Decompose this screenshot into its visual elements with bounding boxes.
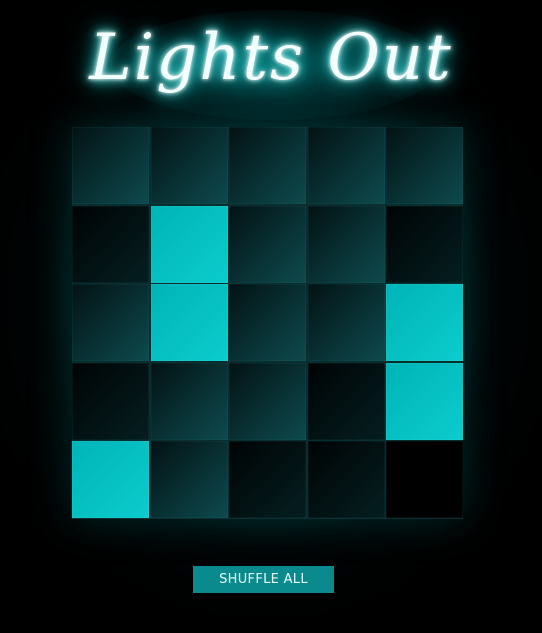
- light-cell-off[interactable]: [307, 205, 385, 283]
- light-cell-off[interactable]: [229, 441, 306, 518]
- game-title: Lights Out: [89, 21, 453, 95]
- lights-board: [72, 127, 463, 519]
- light-cell-off[interactable]: [72, 205, 149, 283]
- light-cell-on[interactable]: [72, 441, 149, 518]
- light-cell-on[interactable]: [150, 205, 228, 283]
- light-cell-off[interactable]: [150, 127, 228, 204]
- light-cell-off[interactable]: [386, 441, 463, 518]
- light-cell-off[interactable]: [72, 362, 149, 440]
- light-cell-off[interactable]: [386, 205, 463, 283]
- light-cell-off[interactable]: [229, 127, 306, 204]
- light-cell-on[interactable]: [150, 284, 228, 361]
- light-cell-off[interactable]: [386, 127, 463, 204]
- light-cell-off[interactable]: [307, 127, 385, 204]
- light-cell-off[interactable]: [229, 205, 306, 283]
- light-cell-off[interactable]: [150, 441, 228, 518]
- shuffle-all-button[interactable]: SHUFFLE ALL: [193, 566, 334, 593]
- light-cell-off[interactable]: [307, 441, 385, 518]
- light-cell-off[interactable]: [307, 362, 385, 440]
- light-cell-on[interactable]: [386, 362, 463, 440]
- light-cell-off[interactable]: [150, 362, 228, 440]
- light-cell-off[interactable]: [72, 127, 149, 204]
- light-cell-on[interactable]: [386, 284, 463, 361]
- light-cell-off[interactable]: [229, 284, 306, 361]
- light-cell-off[interactable]: [229, 362, 306, 440]
- light-cell-off[interactable]: [72, 284, 149, 361]
- light-cell-off[interactable]: [307, 284, 385, 361]
